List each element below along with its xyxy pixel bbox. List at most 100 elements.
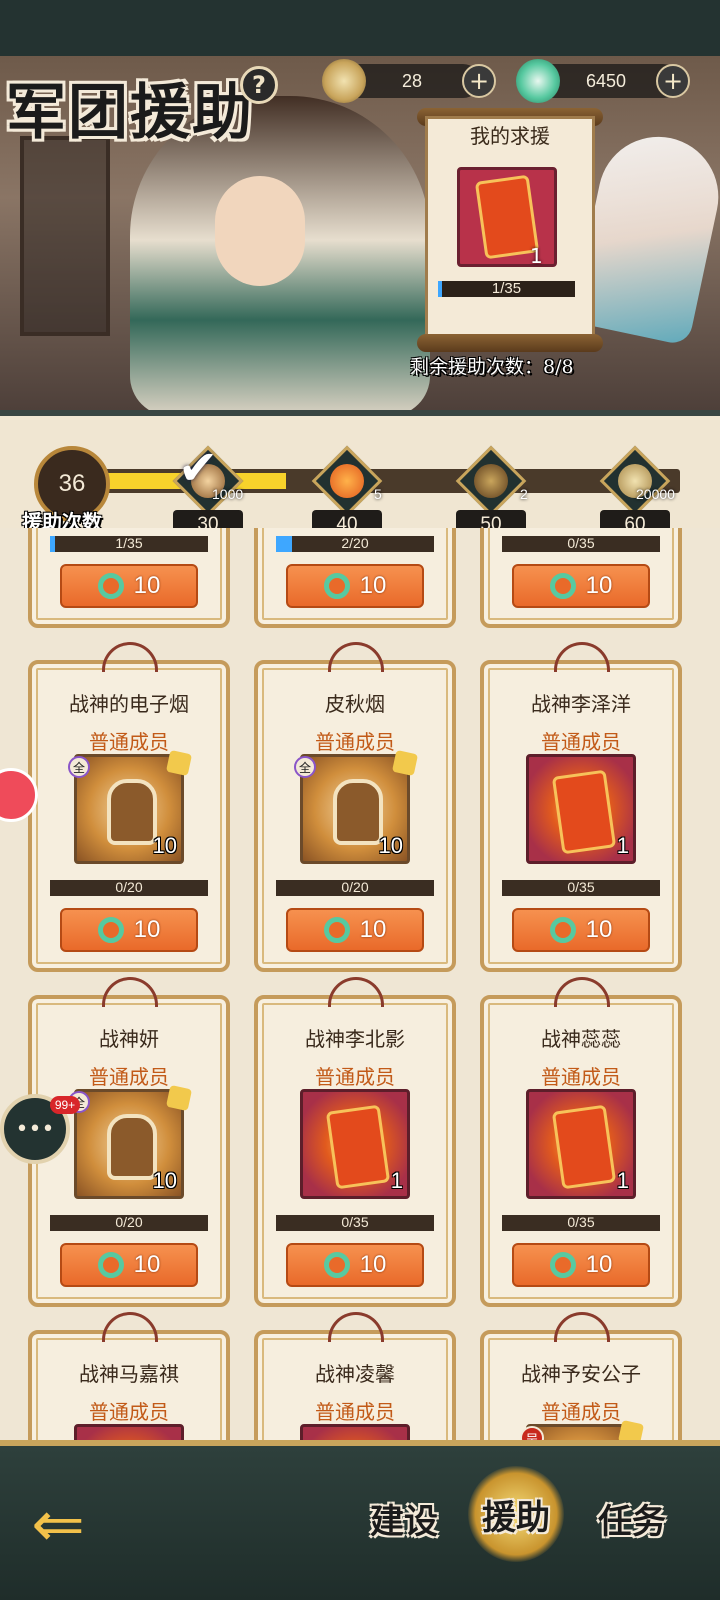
- help-card: 战神李北影 普通成员 1 0/35 10: [254, 977, 456, 1307]
- page-title: 军团援助: [6, 78, 254, 148]
- pouch-graphic: [551, 769, 617, 855]
- card-progress-text: 2/20: [341, 535, 369, 551]
- card-progress-text: 0/20: [115, 879, 143, 895]
- jade-icon: [549, 1252, 576, 1278]
- jade-icon: [323, 917, 350, 943]
- help-button[interactable]: 10: [512, 1243, 650, 1287]
- jade-icon: [97, 917, 124, 943]
- member-rank: 普通成员: [541, 1065, 621, 1089]
- help-card: 战神予安公子 普通成员 吴: [480, 1312, 682, 1440]
- jade-icon: [323, 573, 350, 599]
- jade-icon: [516, 59, 560, 103]
- hero-character-face: [215, 176, 305, 286]
- background-window: [20, 136, 110, 336]
- request-item-qty: 1: [530, 244, 543, 268]
- help-button[interactable]: 10: [60, 564, 198, 608]
- status-strip: [0, 0, 720, 56]
- add-jade-button[interactable]: +: [656, 64, 690, 98]
- request-progress-text: 1/35: [491, 280, 522, 297]
- member-name: 战神予安公子: [521, 1362, 641, 1386]
- bow-icon: [474, 464, 508, 498]
- member-name: 战神的电子烟: [69, 692, 189, 716]
- item-qty: 10: [152, 1168, 177, 1193]
- help-cost: 10: [585, 916, 613, 943]
- red-pouch-icon[interactable]: 1: [526, 1089, 636, 1199]
- help-card: 2/20 10: [254, 528, 456, 628]
- member-rank: 普通成员: [89, 730, 169, 754]
- member-rank: 普通成员: [315, 730, 395, 754]
- tab-tasks[interactable]: 任务: [584, 1470, 680, 1566]
- jade-icon: [97, 1252, 124, 1278]
- chat-unread-badge: 99+: [50, 1096, 80, 1114]
- fragment-icon: [165, 1084, 193, 1112]
- pouch-graphic: [551, 1104, 617, 1190]
- help-icon[interactable]: ?: [240, 66, 278, 104]
- card-cord: [328, 1312, 384, 1342]
- milestone-qty: 5: [374, 486, 382, 502]
- card-progress-text: 0/35: [567, 879, 595, 895]
- faction-badge: 全: [294, 756, 316, 778]
- help-request-list[interactable]: 1/35 10 2/20 10 0/35 10 战神的电子烟 普通成员 10 全…: [0, 528, 720, 1440]
- card-progress-text: 0/20: [341, 879, 369, 895]
- help-cost: 10: [359, 1251, 387, 1278]
- help-button[interactable]: 10: [60, 908, 198, 952]
- member-rank: 普通成员: [315, 1400, 395, 1424]
- help-cost: 10: [133, 572, 161, 599]
- remaining-help-count: 剩余援助次数：8/8: [410, 356, 574, 378]
- coin-value: 28: [402, 70, 423, 91]
- jade-icon: [323, 1252, 350, 1278]
- member-rank: 普通成员: [89, 1400, 169, 1424]
- jade-icon: [97, 573, 124, 599]
- milestone-qty: 20000: [636, 486, 675, 502]
- red-pouch-icon[interactable]: 1: [526, 754, 636, 864]
- help-button[interactable]: 10: [512, 908, 650, 952]
- item-qty: 10: [378, 833, 403, 858]
- member-name: 战神凌馨: [315, 1362, 395, 1386]
- my-request-title: 我的求援: [470, 124, 550, 148]
- card-cord: [102, 1312, 158, 1342]
- help-button[interactable]: 10: [286, 564, 424, 608]
- member-rank: 普通成员: [541, 1400, 621, 1424]
- back-arrow-icon[interactable]: ⇐: [10, 1490, 106, 1560]
- item-qty: 1: [390, 1168, 403, 1193]
- help-cost: 10: [359, 916, 387, 943]
- jade-icon: [549, 917, 576, 943]
- red-pouch-icon[interactable]: 1: [300, 1089, 410, 1199]
- member-name: 战神马嘉祺: [79, 1362, 179, 1386]
- fragment-icon: [391, 749, 419, 777]
- item-qty: 10: [152, 833, 177, 858]
- help-cost: 10: [133, 1251, 161, 1278]
- red-pouch-icon[interactable]: [300, 1424, 410, 1440]
- member-name: 战神蕊蕊: [541, 1027, 621, 1051]
- red-pouch-icon: [330, 464, 364, 498]
- help-cost: 10: [133, 916, 161, 943]
- help-button[interactable]: 10: [512, 564, 650, 608]
- member-name: 战神妍: [99, 1027, 159, 1051]
- card-progress-text: 0/35: [567, 1214, 595, 1230]
- card-cord: [102, 977, 158, 1007]
- card-cord: [554, 642, 610, 672]
- milestone-qty: 1000: [212, 486, 244, 502]
- add-coin-button[interactable]: +: [462, 64, 496, 98]
- help-button[interactable]: 10: [60, 1243, 198, 1287]
- scroll-rod-bottom: [417, 334, 603, 352]
- tab-help[interactable]: 援助: [468, 1466, 564, 1562]
- jade-value: 6450: [586, 70, 627, 91]
- member-name: 战神李北影: [305, 1027, 405, 1051]
- card-progress-text: 0/35: [341, 1214, 369, 1230]
- red-pouch-icon[interactable]: [74, 1424, 184, 1440]
- pouch-graphic: [325, 1104, 391, 1190]
- jade-icon: [549, 573, 576, 599]
- help-button[interactable]: 10: [286, 908, 424, 952]
- help-button[interactable]: 10: [286, 1243, 424, 1287]
- help-cost: 10: [585, 572, 613, 599]
- fragment-icon: [617, 1419, 645, 1440]
- armor-graphic: [107, 1114, 157, 1180]
- help-card: 战神凌馨 普通成员: [254, 1312, 456, 1440]
- member-rank: 普通成员: [89, 1065, 169, 1089]
- card-cord: [328, 977, 384, 1007]
- help-cost: 10: [585, 1251, 613, 1278]
- help-card: 0/35 10: [480, 528, 682, 628]
- fragment-icon: [165, 749, 193, 777]
- tab-build[interactable]: 建设: [356, 1470, 452, 1566]
